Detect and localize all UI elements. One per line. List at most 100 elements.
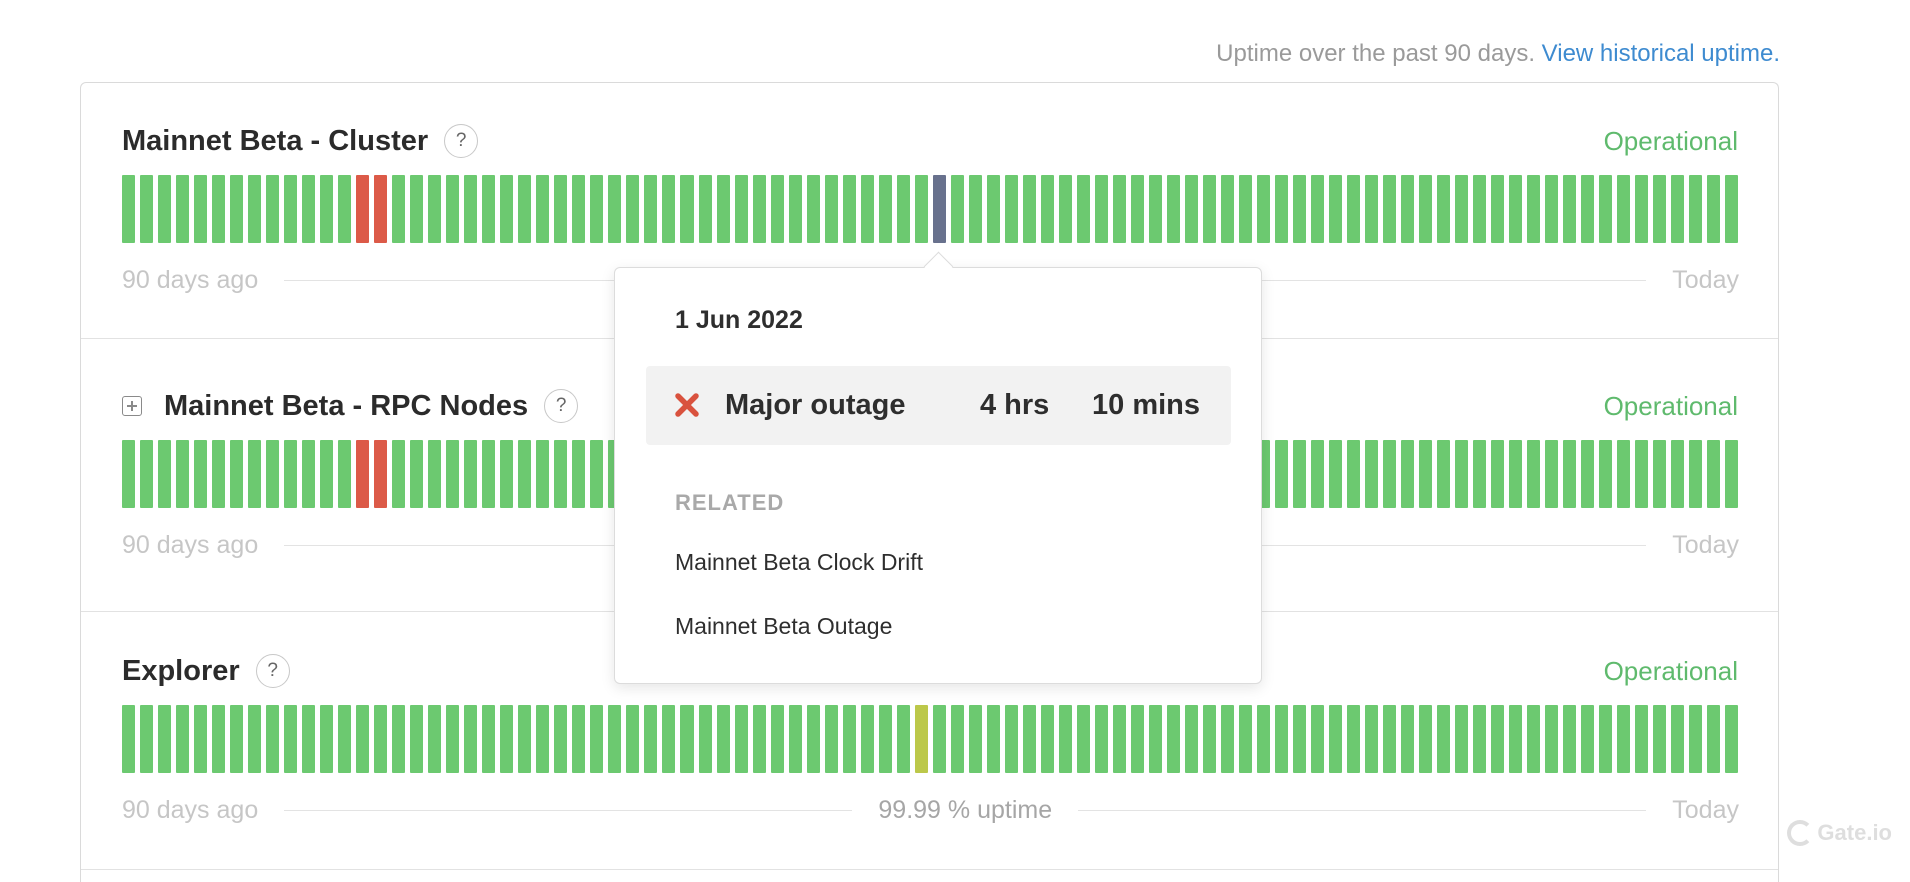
uptime-day-bar[interactable] [212, 175, 226, 243]
uptime-day-bar[interactable] [1022, 175, 1036, 243]
uptime-day-bar[interactable] [1040, 705, 1054, 773]
uptime-day-bar[interactable] [1509, 175, 1523, 243]
uptime-day-bar[interactable] [1076, 705, 1090, 773]
uptime-day-bar[interactable] [1184, 705, 1198, 773]
uptime-day-bar[interactable] [1545, 175, 1559, 243]
uptime-day-bar[interactable] [266, 175, 280, 243]
uptime-day-bar[interactable] [464, 705, 478, 773]
uptime-day-bar[interactable] [428, 440, 442, 508]
uptime-day-bar[interactable] [644, 705, 658, 773]
uptime-day-bar[interactable] [1635, 440, 1649, 508]
uptime-day-bar[interactable] [608, 705, 622, 773]
uptime-day-bar[interactable] [1689, 440, 1703, 508]
uptime-day-bar[interactable] [302, 705, 316, 773]
uptime-day-bar[interactable] [1184, 175, 1198, 243]
uptime-day-bar[interactable] [1563, 440, 1577, 508]
uptime-day-bar[interactable] [1527, 705, 1541, 773]
uptime-day-bar[interactable] [1112, 175, 1126, 243]
help-icon[interactable]: ? [255, 654, 290, 688]
uptime-day-bar[interactable] [356, 705, 370, 773]
uptime-day-bar[interactable] [626, 175, 640, 243]
uptime-day-bar[interactable] [1094, 705, 1108, 773]
uptime-day-bar[interactable] [1473, 175, 1487, 243]
uptime-day-bar[interactable] [860, 705, 874, 773]
uptime-day-bar[interactable] [824, 705, 838, 773]
uptime-day-bar[interactable] [194, 440, 208, 508]
uptime-day-bar[interactable] [302, 175, 316, 243]
uptime-day-bar[interactable] [662, 175, 676, 243]
uptime-day-bar[interactable] [752, 175, 766, 243]
uptime-day-bar[interactable] [1581, 175, 1595, 243]
uptime-day-bar[interactable] [1473, 440, 1487, 508]
uptime-day-bar[interactable] [122, 705, 136, 773]
uptime-day-bar[interactable] [230, 440, 244, 508]
uptime-day-bar[interactable] [1419, 440, 1433, 508]
uptime-day-bar[interactable] [1347, 175, 1361, 243]
uptime-day-bar[interactable] [590, 440, 604, 508]
uptime-day-bar[interactable] [392, 175, 406, 243]
uptime-day-bar[interactable] [572, 705, 586, 773]
uptime-day-bar[interactable] [1671, 705, 1685, 773]
uptime-day-bar[interactable] [608, 175, 622, 243]
uptime-day-bar[interactable] [1130, 705, 1144, 773]
uptime-day-bar[interactable] [1599, 705, 1613, 773]
uptime-day-bar[interactable] [1022, 705, 1036, 773]
uptime-day-bar[interactable] [122, 175, 136, 243]
uptime-day-bar[interactable] [1707, 440, 1721, 508]
uptime-day-bar[interactable] [1689, 175, 1703, 243]
uptime-day-bar[interactable] [1437, 175, 1451, 243]
uptime-day-bar[interactable] [572, 175, 586, 243]
uptime-day-bar[interactable] [788, 175, 802, 243]
uptime-day-bar[interactable] [752, 705, 766, 773]
uptime-day-bar[interactable] [932, 705, 946, 773]
view-historical-uptime-link[interactable]: View historical uptime. [1542, 40, 1780, 67]
uptime-day-bar[interactable] [1040, 175, 1054, 243]
uptime-day-bar[interactable] [770, 175, 784, 243]
uptime-day-bar[interactable] [1689, 705, 1703, 773]
uptime-day-bar[interactable] [356, 175, 370, 243]
uptime-day-bar[interactable] [536, 705, 550, 773]
uptime-day-bar[interactable] [914, 705, 928, 773]
uptime-day-bar[interactable] [1455, 175, 1469, 243]
uptime-day-bar[interactable] [1256, 175, 1270, 243]
uptime-day-bar[interactable] [338, 705, 352, 773]
uptime-day-bar[interactable] [1293, 440, 1307, 508]
uptime-day-bar[interactable] [1130, 175, 1144, 243]
uptime-day-bar[interactable] [266, 705, 280, 773]
uptime-day-bar[interactable] [1004, 175, 1018, 243]
uptime-day-bar[interactable] [1202, 705, 1216, 773]
uptime-day-bar[interactable] [482, 175, 496, 243]
uptime-day-bar[interactable] [446, 440, 460, 508]
uptime-day-bar[interactable] [338, 440, 352, 508]
uptime-day-bar[interactable] [140, 175, 154, 243]
uptime-day-bar[interactable] [842, 175, 856, 243]
uptime-day-bar[interactable] [284, 175, 298, 243]
uptime-day-bar[interactable] [842, 705, 856, 773]
uptime-day-bar[interactable] [680, 705, 694, 773]
uptime-day-bar[interactable] [590, 705, 604, 773]
uptime-day-bar[interactable] [932, 175, 946, 243]
uptime-day-bar[interactable] [1401, 440, 1415, 508]
uptime-day-bar[interactable] [662, 705, 676, 773]
uptime-day-bar[interactable] [1491, 705, 1505, 773]
uptime-day-bar[interactable] [1347, 440, 1361, 508]
uptime-day-bar[interactable] [590, 175, 604, 243]
uptime-day-bar[interactable] [374, 440, 388, 508]
uptime-day-bar[interactable] [986, 175, 1000, 243]
uptime-day-bar[interactable] [1094, 175, 1108, 243]
uptime-day-bar[interactable] [1329, 175, 1343, 243]
uptime-day-bar[interactable] [770, 705, 784, 773]
uptime-day-bar[interactable] [248, 705, 262, 773]
uptime-day-bar[interactable] [1437, 440, 1451, 508]
uptime-day-bar[interactable] [1383, 705, 1397, 773]
uptime-day-bar[interactable] [1653, 440, 1667, 508]
uptime-day-bar[interactable] [338, 175, 352, 243]
uptime-day-bar[interactable] [1545, 440, 1559, 508]
uptime-day-bar[interactable] [374, 175, 388, 243]
uptime-day-bar[interactable] [374, 705, 388, 773]
uptime-day-bar[interactable] [1455, 705, 1469, 773]
uptime-day-bar[interactable] [986, 705, 1000, 773]
uptime-day-bar[interactable] [1202, 175, 1216, 243]
uptime-day-bar[interactable] [284, 705, 298, 773]
uptime-day-bar[interactable] [176, 705, 190, 773]
